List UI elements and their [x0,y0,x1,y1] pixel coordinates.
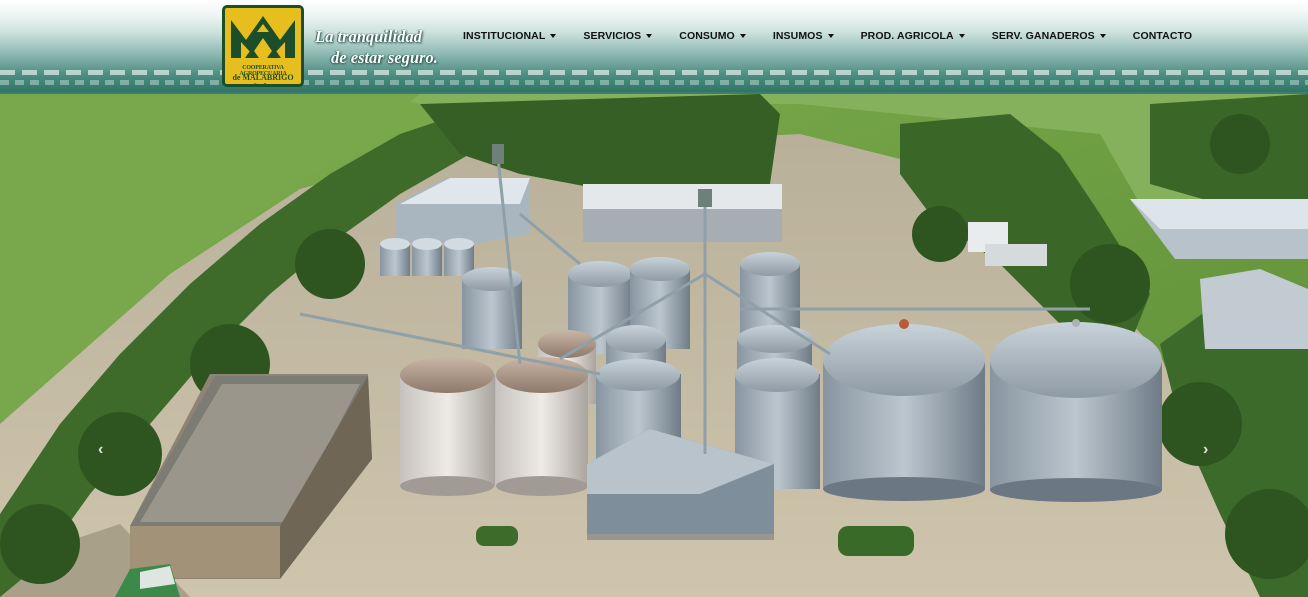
nav-item-prod-agricola[interactable]: PROD. AGRICOLA [861,30,965,42]
caret-down-icon [739,34,746,38]
tagline-line1: La tranquilidad [315,27,422,46]
caret-down-icon [827,34,834,38]
tagline: La tranquilidad de estar seguro. [315,26,438,68]
nav-item-consumo[interactable]: CONSUMO [679,30,746,42]
caret-down-icon [646,34,653,38]
caret-down-icon [1099,34,1106,38]
nav-item-contacto[interactable]: CONTACTO [1133,30,1192,42]
nav-label: INSTITUCIONAL [463,30,546,42]
logo-text-line2: de MALABRIGO Ltda. [232,73,294,87]
main-nav: INSTITUCIONAL SERVICIOS CONSUMO INSUMOS … [463,30,1219,42]
hero-image-silo-facility [0,94,1308,597]
nav-label: CONTACTO [1132,30,1193,42]
caret-down-icon [958,34,965,38]
slider-next-arrow-icon[interactable]: › [1203,441,1208,459]
slider-prev-arrow-icon[interactable]: ‹ [98,441,103,459]
nav-item-insumos[interactable]: INSUMOS [773,30,834,42]
hero-slider: ‹ › [0,94,1308,597]
nav-label: SERV. GANADEROS [991,30,1095,42]
nav-label: SERVICIOS [583,30,642,42]
caret-down-icon [550,34,557,38]
nav-item-institucional[interactable]: INSTITUCIONAL [463,30,557,42]
tagline-line2: de estar seguro. [331,48,438,67]
site-header: COOPERATIVA AGROPECUARIA de MALABRIGO Lt… [0,0,1308,94]
nav-label: INSUMOS [772,30,823,42]
nav-label: CONSUMO [679,30,735,42]
header-decoration-dashes-secondary [0,80,1308,85]
logo-emblem-icon [231,16,295,58]
cooperative-logo[interactable]: COOPERATIVA AGROPECUARIA de MALABRIGO Lt… [222,5,304,87]
nav-label: PROD. AGRICOLA [860,30,954,42]
header-decoration-dashes [0,70,1308,75]
nav-item-serv-ganaderos[interactable]: SERV. GANADEROS [992,30,1106,42]
nav-item-servicios[interactable]: SERVICIOS [583,30,653,42]
